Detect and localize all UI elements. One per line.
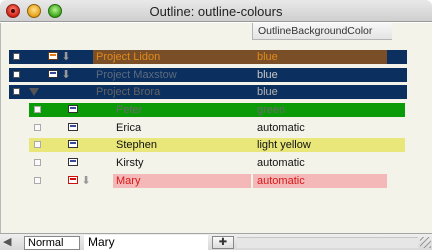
outline-row[interactable]: ⬇ Project Maxstow blue xyxy=(1,67,432,82)
edit-field[interactable]: Mary xyxy=(84,235,208,250)
row-color-value[interactable]: blue xyxy=(257,68,278,82)
row-name[interactable]: Stephen xyxy=(116,138,157,152)
row-checkbox[interactable] xyxy=(13,88,20,95)
outline-view[interactable]: OutlineBackgroundColor ⬇ Project Lidon blu… xyxy=(0,23,432,233)
row-note-icon xyxy=(68,105,78,113)
down-arrow-icon: ⬇ xyxy=(61,51,71,63)
row-color-value[interactable]: blue xyxy=(257,50,278,64)
row-name[interactable]: Kirsty xyxy=(116,156,144,170)
row-color-value[interactable]: green xyxy=(257,103,285,117)
row-name[interactable]: Project Maxstow xyxy=(96,68,177,82)
row-note-icon xyxy=(68,176,78,184)
row-checkbox[interactable] xyxy=(13,71,20,78)
row-note-icon xyxy=(68,140,78,148)
title-bar[interactable]: Outline: outline-colours xyxy=(0,0,432,22)
left-arrow-icon[interactable]: ◀ xyxy=(3,235,11,248)
row-checkbox[interactable] xyxy=(34,159,41,166)
row-color-value[interactable]: automatic xyxy=(257,156,305,170)
insert-button[interactable]: ✚ xyxy=(212,236,234,249)
outline-row[interactable]: Peter green xyxy=(1,102,432,117)
row-background xyxy=(29,103,405,117)
disclosure-triangle-icon[interactable] xyxy=(29,88,39,96)
outline-row[interactable]: Project Brora blue xyxy=(1,84,432,99)
row-background xyxy=(29,138,405,152)
row-color-value[interactable]: blue xyxy=(257,85,278,99)
outline-row[interactable]: Erica automatic xyxy=(1,120,432,135)
row-checkbox[interactable] xyxy=(34,141,41,148)
row-background xyxy=(113,174,387,188)
row-checkbox[interactable] xyxy=(34,124,41,131)
row-note-icon xyxy=(48,52,58,60)
outline-row[interactable]: Kirsty automatic xyxy=(1,155,432,170)
row-note-icon xyxy=(68,123,78,131)
row-note-icon xyxy=(68,158,78,166)
bottom-bar: ◀ Normal Mary ✚ xyxy=(0,233,432,250)
column-header-background-color[interactable]: OutlineBackgroundColor xyxy=(252,23,392,40)
row-checkbox[interactable] xyxy=(13,53,20,60)
resize-grip[interactable] xyxy=(420,237,431,248)
row-checkbox[interactable] xyxy=(34,106,41,113)
row-name[interactable]: Project Lidon xyxy=(96,50,160,64)
row-color-value[interactable]: light yellow xyxy=(257,138,311,152)
down-arrow-icon: ⬇ xyxy=(61,69,71,81)
style-popup[interactable]: Normal xyxy=(24,236,80,250)
outline-row[interactable]: Stephen light yellow xyxy=(1,137,432,152)
outline-row[interactable]: ⬇ Mary automatic xyxy=(1,173,432,188)
insert-icon: ✚ xyxy=(218,237,228,248)
row-name[interactable]: Peter xyxy=(116,103,142,117)
window-title: Outline: outline-colours xyxy=(149,4,283,19)
row-checkbox[interactable] xyxy=(34,177,41,184)
outline-row[interactable]: ⬇ Project Lidon blue xyxy=(1,49,432,64)
row-background xyxy=(9,85,407,99)
down-arrow-icon: ⬇ xyxy=(81,175,91,187)
row-color-value[interactable]: automatic xyxy=(257,174,305,188)
row-color-value[interactable]: automatic xyxy=(257,121,305,135)
row-name[interactable]: Project Brora xyxy=(96,85,160,99)
row-note-icon xyxy=(48,70,58,78)
row-name[interactable]: Mary xyxy=(116,174,140,188)
horizontal-scrollbar[interactable] xyxy=(237,237,418,248)
row-name[interactable]: Erica xyxy=(116,121,141,135)
